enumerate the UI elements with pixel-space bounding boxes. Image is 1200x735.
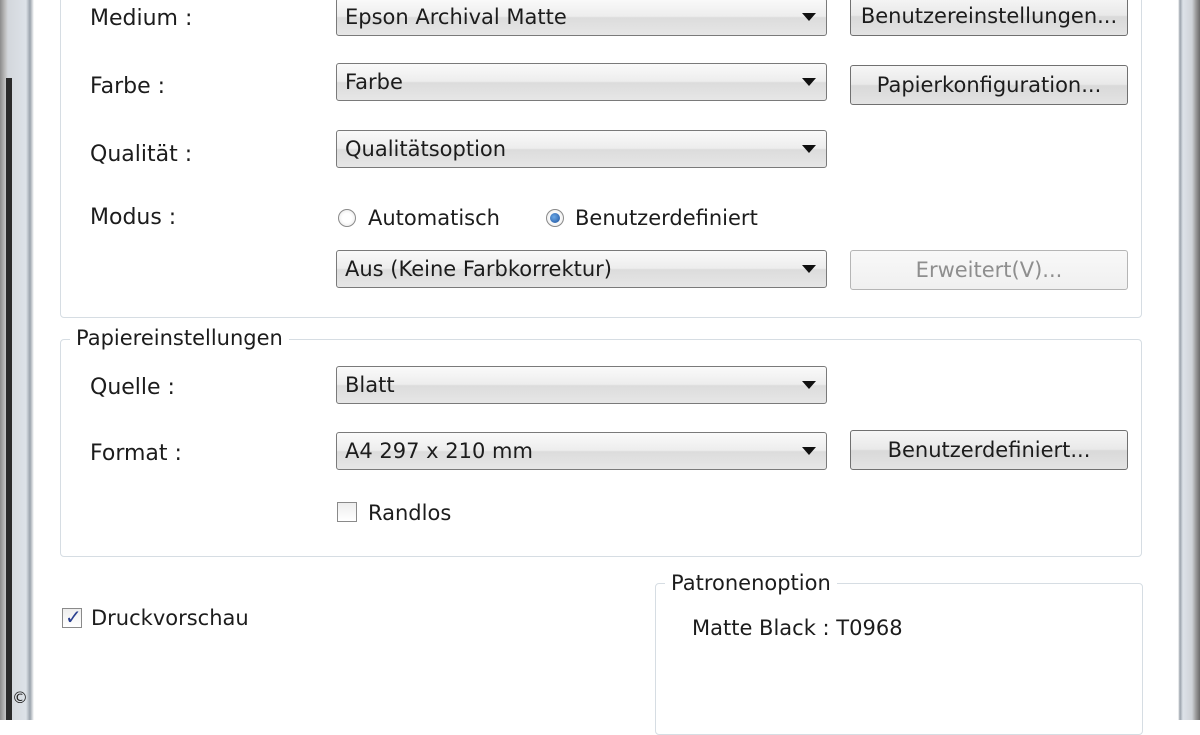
print-preview-checkbox[interactable]: ✓ — [62, 605, 82, 629]
format-label: Format : — [90, 441, 182, 466]
cartridge-option-title: Patronenoption — [665, 571, 837, 595]
format-select-value: A4 297 x 210 mm — [345, 439, 533, 463]
copyright-mark: © — [12, 688, 28, 707]
checkmark-icon: ✓ — [65, 605, 82, 629]
format-select[interactable]: A4 297 x 210 mm — [336, 432, 827, 470]
color-correction-select[interactable]: Aus (Keine Farbkorrektur) — [336, 250, 827, 288]
source-label: Quelle : — [90, 375, 175, 400]
chevron-down-icon — [802, 13, 816, 21]
mode-automatic-label[interactable]: Automatisch — [368, 206, 500, 230]
source-select[interactable]: Blatt — [336, 366, 827, 404]
medium-select[interactable]: Epson Archival Matte — [336, 0, 827, 36]
chevron-down-icon — [802, 265, 816, 273]
borderless-checkbox[interactable] — [337, 502, 357, 522]
mode-automatic-radio[interactable] — [338, 209, 356, 227]
quality-select-value: Qualitätsoption — [345, 137, 507, 161]
chevron-down-icon — [802, 145, 816, 153]
window-frame-shadow — [6, 78, 12, 720]
medium-label: Medium : — [90, 6, 193, 31]
color-correction-value: Aus (Keine Farbkorrektur) — [345, 257, 613, 281]
color-select-value: Farbe — [345, 70, 403, 94]
quality-label: Qualität : — [90, 142, 193, 167]
cartridge-option-group — [655, 583, 1143, 735]
custom-format-button[interactable]: Benutzerdefiniert... — [850, 430, 1128, 470]
window-frame-right — [1178, 0, 1200, 720]
advanced-button[interactable]: Erweitert(V)... — [850, 250, 1128, 290]
custom-settings-button[interactable]: Benutzereinstellungen... — [850, 0, 1128, 36]
medium-select-value: Epson Archival Matte — [345, 5, 567, 29]
chevron-down-icon — [802, 78, 816, 86]
cartridge-value: Matte Black : T0968 — [692, 616, 903, 640]
window-frame-left — [0, 0, 34, 720]
borderless-label[interactable]: Randlos — [368, 501, 451, 525]
paper-config-button[interactable]: Papierkonfiguration... — [850, 65, 1128, 105]
mode-custom-label[interactable]: Benutzerdefiniert — [575, 206, 758, 230]
color-label: Farbe : — [90, 74, 166, 99]
chevron-down-icon — [802, 447, 816, 455]
print-preview-label[interactable]: Druckvorschau — [91, 606, 249, 630]
source-select-value: Blatt — [345, 373, 395, 397]
quality-select[interactable]: Qualitätsoption — [336, 130, 827, 168]
mode-label: Modus : — [90, 205, 177, 230]
color-select[interactable]: Farbe — [336, 63, 827, 101]
mode-custom-radio[interactable] — [546, 209, 564, 227]
paper-settings-title: Papiereinstellungen — [70, 326, 289, 350]
chevron-down-icon — [802, 381, 816, 389]
